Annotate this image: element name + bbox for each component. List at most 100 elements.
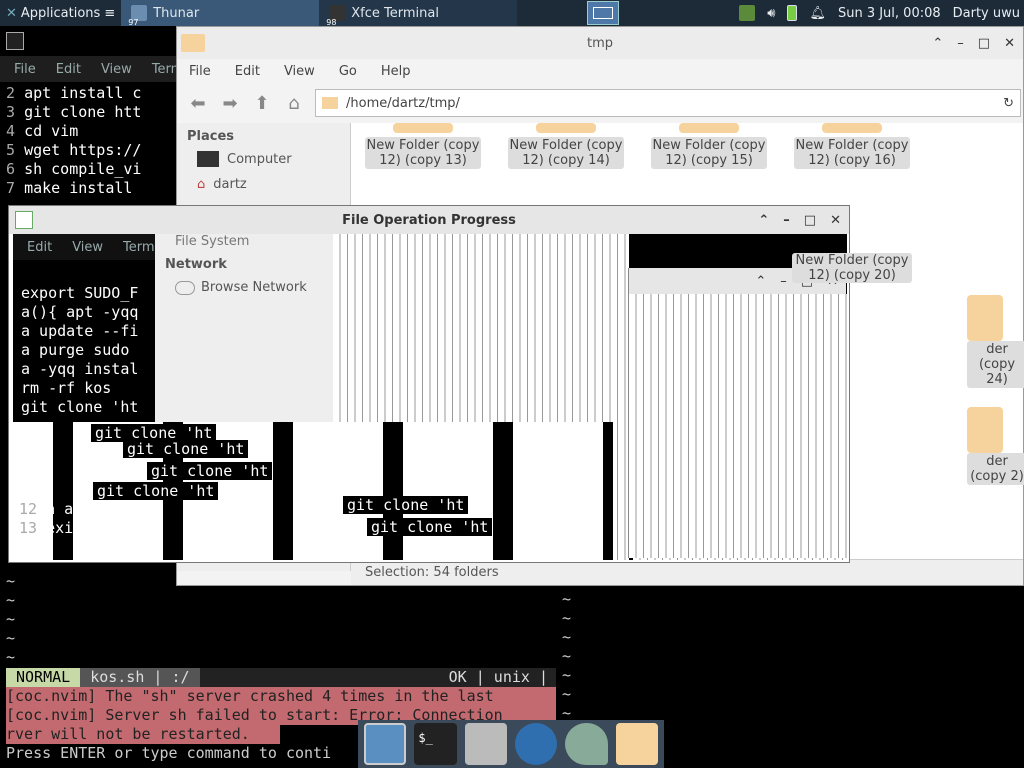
code-line: rm -rf kos <box>21 379 112 397</box>
close-button[interactable]: ✕ <box>830 213 841 228</box>
thunar-toolbar: ⬅ ➡ ⬆ ⌂ /home/dartz/tmp/ ↻ <box>177 83 1023 123</box>
ghost-git-line: git clone 'ht <box>93 482 219 500</box>
shade-button[interactable]: ⌃ <box>758 213 769 228</box>
sidebar-item-label: File System <box>175 234 250 249</box>
vim-statusline: NORMAL kos.sh | :/ OK | unix | <box>6 668 556 687</box>
minimize-button[interactable]: – <box>783 213 790 228</box>
notification-icon[interactable]: 🔔︎ <box>809 6 826 21</box>
folder-icon <box>536 123 596 133</box>
folder-item[interactable]: der (copy 24) <box>967 295 1024 388</box>
sidebar-item-network[interactable]: Browse Network <box>155 274 333 301</box>
error-message: rver will not be restarted. <box>6 725 280 744</box>
forward-icon[interactable]: ➡ <box>219 93 241 114</box>
applications-label: Applications <box>20 5 101 21</box>
menu-go[interactable]: Go <box>339 64 357 79</box>
location-bar[interactable]: /home/dartz/tmp/ ↻ <box>315 89 1021 117</box>
sidebar-item-label: Computer <box>227 151 292 167</box>
ghost-git-line: git clone 'ht <box>343 496 469 514</box>
browser-icon[interactable] <box>515 723 558 765</box>
minimize-button[interactable]: – <box>780 274 787 289</box>
menu-view[interactable]: View <box>101 62 132 77</box>
reload-icon[interactable]: ↻ <box>1003 96 1014 111</box>
folder-item[interactable]: New Folder (copy 12) (copy 13) <box>365 123 481 169</box>
close-button[interactable]: ✕ <box>1004 36 1015 51</box>
sidebar-item-label: Browse Network <box>201 280 307 295</box>
terminal-icon[interactable]: $_ <box>414 723 457 765</box>
window-controls: ⌃ – □ ✕ <box>758 206 841 234</box>
ghost-menu-item: Edit <box>27 239 53 255</box>
places-header: Places <box>187 129 235 144</box>
menu-edit[interactable]: Edit <box>235 64 260 79</box>
ghost-git-line: git clone 'ht <box>147 462 273 480</box>
vim-tilde-lines: ~ ~ ~ ~ ~ <box>6 572 16 666</box>
folder-item[interactable]: New Folder (copy 12) (copy 15) <box>651 123 767 169</box>
folder-item[interactable]: der (copy 2) <box>967 407 1024 485</box>
menu-view[interactable]: View <box>284 64 315 79</box>
vim-fileinfo: OK | unix | <box>448 668 548 686</box>
user-name[interactable]: Darty uwu <box>953 6 1020 21</box>
code-line: a purge sudo <box>21 341 130 359</box>
error-message: [coc.nvim] The "sh" server crashed 4 tim… <box>6 687 556 706</box>
clock[interactable]: Sun 3 Jul, 00:08 <box>838 6 941 21</box>
folder-icon[interactable] <box>615 723 658 765</box>
ghost-menu-item: Term <box>123 239 155 255</box>
xfce-logo-icon: ✕ <box>6 5 17 21</box>
folder-icon <box>322 97 338 109</box>
folder-item[interactable]: New Folder (copy 12) (copy 16) <box>794 123 910 169</box>
menu-icon: ≡ <box>104 5 116 21</box>
terminal-icon <box>6 32 24 50</box>
back-icon[interactable]: ⬅ <box>187 93 209 114</box>
ghost-sidebar: File System Network Browse Network <box>155 234 333 422</box>
code-line: git clone 'ht <box>21 398 139 416</box>
desktop-icon[interactable] <box>364 723 407 765</box>
ghost-dialog: ⌃ – □ ✕ <box>628 268 847 558</box>
volume-icon[interactable]: 🔊︎ <box>767 6 775 21</box>
thunar-titlebar[interactable]: tmp ⌃ – □ ✕ <box>177 27 1023 59</box>
menu-help[interactable]: Help <box>381 64 411 79</box>
vim-tilde-lines-right: ~ ~ ~ ~ ~ ~ ~ <box>562 590 572 722</box>
maximize-button[interactable]: □ <box>978 36 990 51</box>
maximize-button[interactable]: □ <box>804 213 816 228</box>
battery-icon[interactable] <box>787 5 798 21</box>
code-line: 12 a autopurge - 13 exit 0 <box>19 500 164 537</box>
glitch-area <box>629 294 847 558</box>
update-icon[interactable] <box>739 5 756 21</box>
minimize-button[interactable]: – <box>957 36 964 51</box>
network-header: Network <box>165 257 227 272</box>
taskbar-item-thunar[interactable]: 97 Thunar <box>121 0 320 27</box>
search-icon[interactable] <box>565 723 608 765</box>
up-icon[interactable]: ⬆ <box>251 93 273 114</box>
dialog-title: File Operation Progress <box>342 212 516 228</box>
ghost-git-line: git clone 'ht <box>367 518 493 536</box>
home-icon[interactable]: ⌂ <box>283 93 305 114</box>
home-icon: ⌂ <box>197 177 206 192</box>
network-icon <box>175 280 195 295</box>
dock: $_ <box>358 720 664 768</box>
folder-item[interactable]: New Folder (copy 12) (copy 20) <box>792 253 912 283</box>
thunar-menubar: File Edit View Go Help <box>177 59 1023 83</box>
sidebar-item-computer[interactable]: Computer <box>177 146 350 172</box>
folder-icon <box>679 123 739 133</box>
home-folder-icon[interactable] <box>464 723 508 765</box>
dialog-app-icon <box>15 211 33 229</box>
menu-edit[interactable]: Edit <box>56 62 81 77</box>
menu-file[interactable]: File <box>189 64 211 79</box>
window-controls: ⌃ – □ ✕ <box>932 27 1015 59</box>
sidebar-item-home[interactable]: ⌂ dartz <box>177 172 350 197</box>
menu-file[interactable]: File <box>14 62 36 77</box>
code-line: export SUDO_F <box>21 284 139 302</box>
folder-icon <box>181 34 205 52</box>
workspace-icon <box>593 7 614 19</box>
taskbar-label: Xfce Terminal <box>351 5 439 21</box>
taskbar-item-terminal[interactable]: 98 Xfce Terminal <box>319 0 518 27</box>
thunar-app-icon: 97 <box>128 5 148 27</box>
terminal-app-icon: 98 <box>326 5 346 27</box>
dialog-titlebar[interactable]: File Operation Progress ⌃ – □ ✕ <box>9 206 849 234</box>
window-title: tmp <box>586 35 613 51</box>
folder-icon <box>967 407 1003 453</box>
shade-button[interactable]: ⌃ <box>755 274 766 289</box>
applications-menu[interactable]: ✕ Applications ≡ <box>0 0 121 26</box>
shade-button[interactable]: ⌃ <box>932 36 943 51</box>
folder-item[interactable]: New Folder (copy 12) (copy 14) <box>508 123 624 169</box>
workspace-switcher[interactable] <box>587 1 620 25</box>
